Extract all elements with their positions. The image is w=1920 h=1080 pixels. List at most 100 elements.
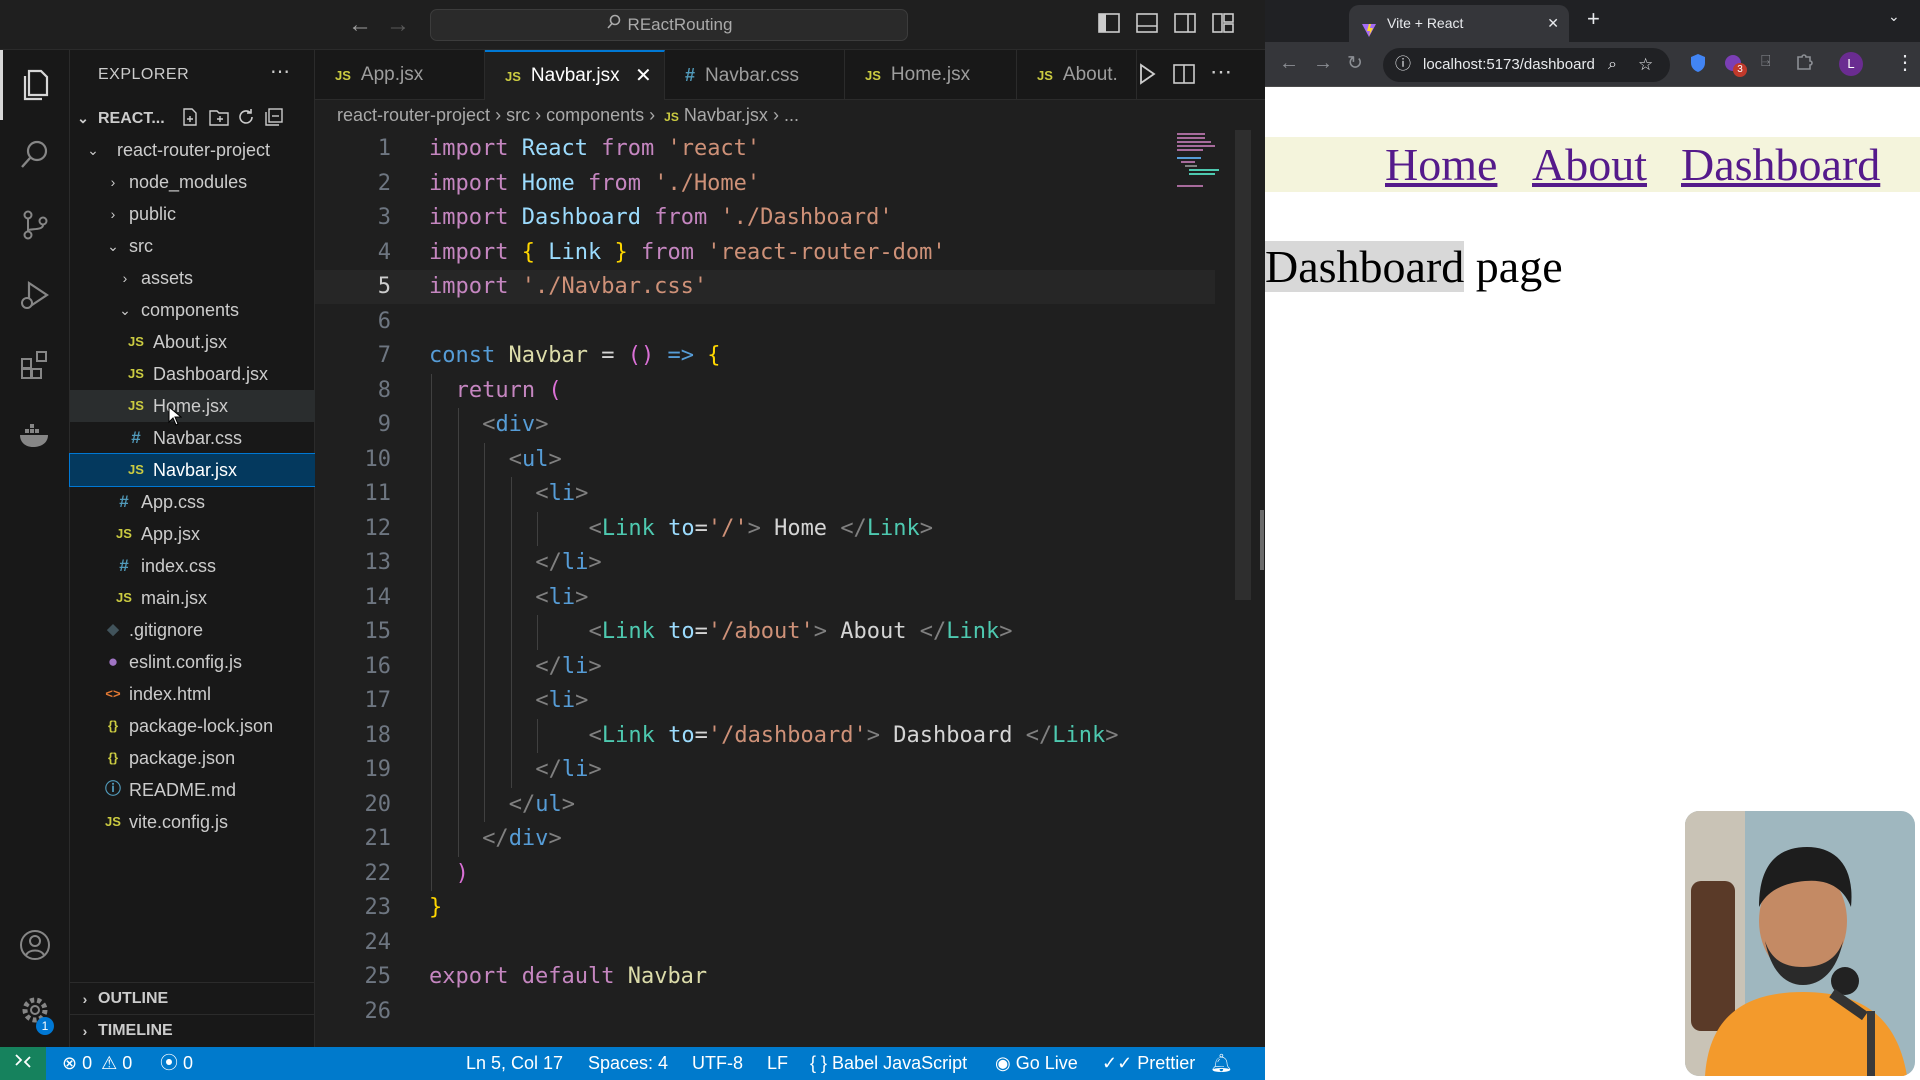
browser-menu-icon[interactable]: ⋮ <box>1895 50 1915 75</box>
tab-navbar-css[interactable]: # Navbar.css <box>665 50 845 100</box>
tree-file-index-css[interactable]: # index.css <box>70 550 315 582</box>
new-tab-icon[interactable]: + <box>1587 6 1600 32</box>
tree-file-dashboard-jsx[interactable]: JS Dashboard.jsx <box>70 358 315 390</box>
code-line[interactable]: 14 <li> <box>315 581 1215 615</box>
breadcrumb-segment[interactable]: src <box>506 105 530 125</box>
ports-indicator[interactable]: ⦿ 0 <box>160 1047 193 1080</box>
code-line[interactable]: 19 </li> <box>315 753 1215 787</box>
breadcrumb-segment[interactable]: Navbar.jsx <box>684 105 768 125</box>
code-line[interactable]: 16 </li> <box>315 650 1215 684</box>
indentation[interactable]: Spaces: 4 <box>588 1047 668 1080</box>
tree-file-package-json[interactable]: {} package.json <box>70 742 315 774</box>
close-tab-icon[interactable]: ✕ <box>1547 5 1559 42</box>
go-live-button[interactable]: ◉ Go Live <box>995 1047 1078 1080</box>
toggle-secondary-sidebar-icon[interactable] <box>1174 13 1198 35</box>
forward-arrow-icon[interactable]: → <box>1313 52 1333 75</box>
language-mode[interactable]: { } Babel JavaScript <box>810 1047 967 1080</box>
code-line[interactable]: 21 </div> <box>315 822 1215 856</box>
breadcrumb-segment[interactable]: react-router-project <box>337 105 490 125</box>
search-icon[interactable] <box>0 120 70 190</box>
code-line[interactable]: 23} <box>315 891 1215 925</box>
tab-home-jsx[interactable]: JS Home.jsx <box>845 50 1017 100</box>
tree-file-index-html[interactable]: <> index.html <box>70 678 315 710</box>
tree-file-main-jsx[interactable]: JS main.jsx <box>70 582 315 614</box>
reload-icon[interactable]: ↻ <box>1347 52 1363 75</box>
tree-file-navbar-css[interactable]: # Navbar.css <box>70 422 315 454</box>
back-arrow-icon[interactable]: ← <box>345 10 375 40</box>
bookmark-star-icon[interactable]: ☆ <box>1638 48 1653 82</box>
tree-file-app-jsx[interactable]: JS App.jsx <box>70 518 315 550</box>
cursor-position[interactable]: Ln 5, Col 17 <box>466 1047 563 1080</box>
tree-folder-node-modules[interactable]: › node_modules <box>70 166 315 198</box>
more-actions-icon[interactable]: ⋯ <box>270 59 290 84</box>
code-line[interactable]: 10 <ul> <box>315 443 1215 477</box>
prettier-button[interactable]: ✓✓ Prettier <box>1102 1047 1195 1080</box>
nav-link-home[interactable]: Home <box>1385 137 1497 192</box>
code-line[interactable]: 9 <div> <box>315 408 1215 442</box>
tree-file-navbar-jsx[interactable]: JS Navbar.jsx <box>69 453 316 487</box>
end-of-line[interactable]: LF <box>767 1047 788 1080</box>
tree-folder-src[interactable]: ⌄ src <box>70 230 315 262</box>
back-arrow-icon[interactable]: ← <box>1279 52 1299 75</box>
browser-tab-active[interactable]: Vite + React ✕ <box>1349 5 1569 42</box>
more-actions-icon[interactable]: ⋯ <box>1210 59 1232 85</box>
code-line[interactable]: 24 <box>315 926 1215 960</box>
manage-gear-icon[interactable]: 1 <box>0 975 70 1045</box>
project-header[interactable]: ⌄ REACT... <box>70 104 315 134</box>
code-line[interactable]: 1 import React from 'react' <box>315 132 1215 166</box>
chevron-down-icon[interactable]: ⌄ <box>1888 8 1900 25</box>
code-line[interactable]: 3 import Dashboard from './Dashboard' <box>315 201 1215 235</box>
tree-folder-components[interactable]: ⌄ components <box>70 294 315 326</box>
address-bar[interactable]: ⓘ localhost:5173/dashboard ⌕ ☆ <box>1383 48 1670 82</box>
command-center-search[interactable]: REactRouting <box>430 9 908 41</box>
run-icon[interactable] <box>1137 63 1157 90</box>
tree-file-about-jsx[interactable]: JS About.jsx <box>70 326 315 358</box>
code-line[interactable]: 4 import { Link } from 'react-router-dom' <box>315 236 1215 270</box>
code-line[interactable]: 7 const Navbar = () => { <box>315 339 1215 373</box>
collapse-all-icon[interactable] <box>264 107 284 132</box>
accounts-icon[interactable] <box>0 910 70 980</box>
tree-file-eslint-config[interactable]: ● eslint.config.js <box>70 646 315 678</box>
tree-file-package-lock-json[interactable]: {} package-lock.json <box>70 710 315 742</box>
forward-arrow-icon[interactable]: → <box>383 10 413 40</box>
tree-file-app-css[interactable]: # App.css <box>70 486 315 518</box>
code-line[interactable]: 6 <box>315 305 1215 339</box>
code-line[interactable]: 22) <box>315 857 1215 891</box>
problems-indicator[interactable]: ⊗ 0 ⚠ 0 <box>62 1047 132 1080</box>
extensions-icon[interactable] <box>0 330 70 400</box>
nav-link-dashboard[interactable]: Dashboard <box>1681 137 1880 192</box>
nav-link-about[interactable]: About <box>1532 137 1647 192</box>
profile-avatar[interactable]: L <box>1839 52 1863 76</box>
code-line[interactable]: 18 <Link to='/dashboard'> Dashboard </Lin… <box>315 719 1215 753</box>
code-line[interactable]: 13 </li> <box>315 546 1215 580</box>
timeline-section-header[interactable]: › TIMELINE <box>70 1014 315 1046</box>
extension-icon[interactable]: ⍈ <box>1761 53 1771 71</box>
extension-icon[interactable]: 3 <box>1723 53 1747 80</box>
tree-file-vite-config[interactable]: JS vite.config.js <box>70 806 315 838</box>
code-line[interactable]: 12 <Link to='/'> Home </Link> <box>315 512 1215 546</box>
code-line[interactable]: 11 <li> <box>315 477 1215 511</box>
code-line[interactable]: 5 import './Navbar.css' <box>315 270 1215 304</box>
site-info-icon[interactable]: ⓘ <box>1395 48 1411 82</box>
tree-file-gitignore[interactable]: ◆ .gitignore <box>70 614 315 646</box>
tree-folder-public[interactable]: › public <box>70 198 315 230</box>
notifications-bell-icon[interactable]: 🔔︎ <box>1210 1047 1233 1080</box>
run-and-debug-icon[interactable] <box>0 260 70 330</box>
toggle-primary-sidebar-icon[interactable] <box>1098 13 1122 35</box>
docker-icon[interactable] <box>0 400 70 470</box>
tab-about-jsx[interactable]: JS About. <box>1017 50 1137 100</box>
breadcrumb-segment[interactable]: components <box>546 105 644 125</box>
toggle-panel-icon[interactable] <box>1136 13 1160 35</box>
refresh-icon[interactable] <box>236 107 256 132</box>
split-editor-icon[interactable] <box>1173 63 1195 90</box>
zoom-icon[interactable]: ⌕ <box>1608 48 1617 82</box>
code-line[interactable]: 8 return ( <box>315 374 1215 408</box>
remote-indicator-icon[interactable] <box>0 1047 46 1080</box>
code-line[interactable]: 25 export default Navbar <box>315 960 1215 994</box>
source-control-icon[interactable] <box>0 190 70 260</box>
outline-section-header[interactable]: › OUTLINE <box>70 982 315 1014</box>
extensions-puzzle-icon[interactable] <box>1795 51 1815 78</box>
tree-file-home-jsx[interactable]: JS Home.jsx <box>70 390 315 426</box>
breadcrumb-segment[interactable]: ... <box>784 105 799 125</box>
new-file-icon[interactable] <box>180 107 200 132</box>
